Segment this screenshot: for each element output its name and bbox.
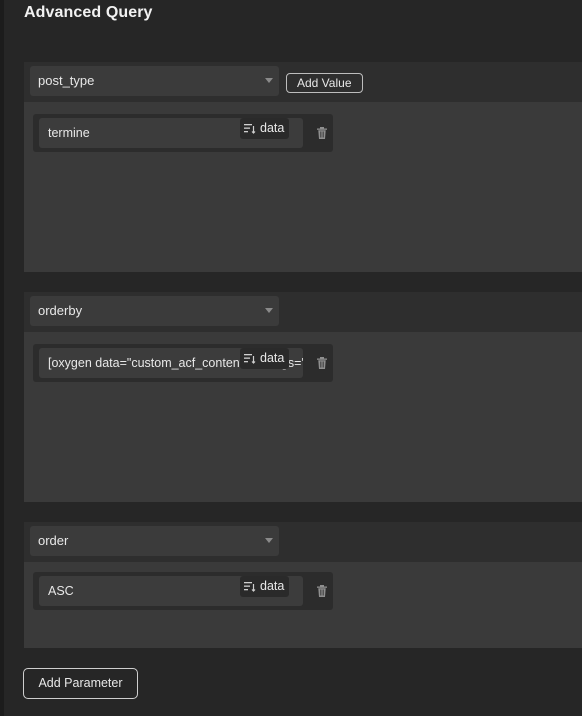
value-row: ASC data — [33, 572, 333, 610]
chevron-down-icon — [265, 538, 273, 543]
dynamic-data-icon — [244, 354, 256, 364]
data-button-label: data — [260, 351, 285, 365]
advanced-query-panel: Advanced Query post_type Add Value termi… — [0, 0, 582, 716]
add-value-button[interactable]: Add Value — [286, 73, 363, 93]
value-text: termine — [48, 126, 90, 140]
trash-icon[interactable] — [315, 126, 329, 140]
data-button-label: data — [260, 579, 285, 593]
query-parameter: orderby [oxygen data="custom_acf_content… — [24, 292, 582, 502]
dynamic-data-icon — [244, 582, 256, 592]
parameter-key-select[interactable]: post_type — [30, 66, 279, 96]
parameter-key-select[interactable]: orderby — [30, 296, 279, 326]
value-row: termine data — [33, 114, 333, 152]
value-row: [oxygen data="custom_acf_content" settin… — [33, 344, 333, 382]
parameter-values-area: [oxygen data="custom_acf_content" settin… — [24, 332, 582, 502]
parameter-key-select[interactable]: order — [30, 526, 279, 556]
add-parameter-button[interactable]: Add Parameter — [23, 668, 138, 699]
insert-data-button[interactable]: data — [240, 348, 290, 369]
parameter-header: orderby — [24, 292, 582, 332]
panel-left-border — [0, 0, 4, 716]
parameter-header: order — [24, 522, 582, 562]
parameter-key-value: order — [38, 533, 69, 548]
insert-data-button[interactable]: data — [240, 118, 290, 139]
insert-data-button[interactable]: data — [240, 576, 290, 597]
trash-icon[interactable] — [315, 584, 329, 598]
data-button-label: data — [260, 121, 285, 135]
parameter-values-area: termine data — [24, 102, 582, 272]
chevron-down-icon — [265, 308, 273, 313]
chevron-down-icon — [265, 78, 273, 83]
value-text: ASC — [48, 584, 74, 598]
panel-title: Advanced Query — [24, 4, 153, 21]
parameter-values-area: ASC data — [24, 562, 582, 648]
parameter-key-value: post_type — [38, 73, 95, 88]
parameter-header: post_type Add Value — [24, 62, 582, 102]
trash-icon[interactable] — [315, 356, 329, 370]
parameter-key-value: orderby — [38, 303, 83, 318]
query-parameter: order ASC data — [24, 522, 582, 648]
query-parameter: post_type Add Value termine data — [24, 62, 582, 272]
dynamic-data-icon — [244, 124, 256, 134]
